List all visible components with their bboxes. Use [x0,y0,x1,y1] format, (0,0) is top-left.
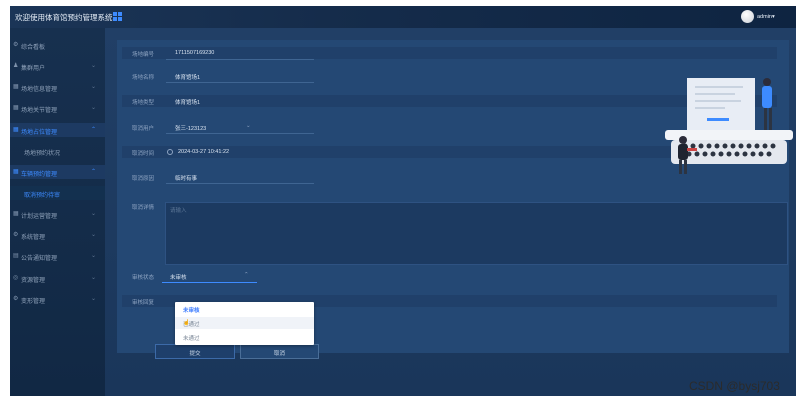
detail-label: 取消详情 [132,205,155,211]
user-menu[interactable]: admin▾ [757,14,775,20]
app-window: 欢迎使用体育馆预约管理系统 admin▾ ⚙ 综合看板 ♟ 集群用户 ⌄ ▦ 场… [10,6,796,396]
paper [687,78,755,130]
person2-body [678,144,688,160]
chevron-down-icon: ⌄ [91,275,97,281]
grid-icon: ▦ [13,105,19,111]
sidebar-item-label: 场地信息管理 [21,86,58,93]
gear-icon: ⚙ [13,296,19,302]
sidebar-subitem-cancel-review[interactable]: 取消预约待审 [10,186,105,200]
form-row-status: 审核状态 未审核 ⌃ [122,270,777,283]
sidebar-item-label: 场地占位管理 [21,129,58,136]
sidebar-item-label: 车辆预约管理 [21,171,58,178]
watermark: CSDN @bysj703 [689,379,780,393]
reason-label: 取消原因 [132,176,155,182]
sidebar-item-plan-ops[interactable]: ▦ 计划运营管理 ⌄ [10,207,105,221]
avatar[interactable] [741,10,754,23]
form-row-order-no: 场地编号 1711507169230 [122,47,777,60]
sidebar-item-notices[interactable]: ▤ 公告通知管理 ⌄ [10,249,105,263]
sidebar-item-transform[interactable]: ⚙ 变形管理 ⌄ [10,292,105,306]
detail-textarea[interactable]: 请输入 [165,202,788,265]
menu-toggle-icon[interactable] [113,12,122,21]
cancel-button[interactable]: 取消 [240,344,319,359]
chevron-down-icon: ⌄ [91,253,97,259]
home-icon: ⚙ [13,42,19,48]
form-panel: 场地编号 1711507169230 场地名称 体育馆场1 场地类型 体育馆场1… [117,40,793,359]
dropdown-option-label: 未审核 [183,308,200,314]
sidebar-item-label: 变形管理 [21,298,46,305]
venue-type-value[interactable]: 体育馆场1 [175,98,200,106]
status-select[interactable]: 未审核 [170,273,187,281]
hand-cursor-icon: ☝ [183,320,190,326]
order-no-value[interactable]: 1711507169230 [175,50,214,56]
sidebar-item-dashboard[interactable]: ⚙ 综合看板 [10,38,105,52]
person2-head [679,136,687,144]
chevron-down-icon: ⌄ [91,232,97,238]
sidebar-item-label: 场地预约状况 [24,150,61,157]
sidebar-item-label: 计划运营管理 [21,213,58,220]
sidebar: ⚙ 综合看板 ♟ 集群用户 ⌄ ▦ 场地信息管理 ⌄ ▦ 场地关节管理 ⌄ ▦ … [10,28,105,396]
typewriter-illustration [665,78,793,174]
save-label: 提交 [189,351,201,357]
sidebar-item-vehicle-booking[interactable]: ▦ 车辆预约管理 ⌃ [10,165,105,179]
main-content: 场地编号 1711507169230 场地名称 体育馆场1 场地类型 体育馆场1… [105,28,796,396]
venue-type-label: 场地类型 [132,100,155,106]
grid-icon: ▦ [13,127,19,133]
chevron-down-icon: ⌄ [91,63,97,69]
sidebar-item-label: 资源管理 [21,277,46,284]
chevron-down-icon: ⌄ [246,123,251,129]
user-select[interactable]: 张三-123123 [175,124,206,132]
time-picker[interactable]: 2024-03-27 10:41:22 [178,149,229,155]
sidebar-item-venue-relation[interactable]: ▦ 场地关节管理 ⌄ [10,101,105,115]
grid-icon: ▦ [13,84,19,90]
grid-icon: ▦ [13,211,19,217]
sidebar-item-label: 综合看板 [21,44,46,51]
reason-input[interactable]: 临时有事 [175,174,197,182]
dropdown-option[interactable]: 未通过 [175,331,314,343]
status-dropdown: 未审核 已通过 ☝ 未通过 [175,302,314,345]
top-bar: 欢迎使用体育馆预约管理系统 admin▾ [10,6,796,28]
status-label: 审核状态 [132,275,155,281]
user-name: admin [757,14,772,20]
doc-icon: ▤ [13,253,19,259]
dropdown-option[interactable]: 已通过 ☝ [175,317,314,329]
sidebar-item-venue-info[interactable]: ▦ 场地信息管理 ⌄ [10,80,105,94]
sidebar-item-label: 公告通知管理 [21,255,58,262]
person-body [762,86,772,108]
time-label: 取消时间 [132,151,155,157]
person-head [763,78,771,86]
dropdown-option[interactable]: 未审核 [175,303,314,315]
sidebar-subitem-booking-status[interactable]: 场地预约状况 [10,144,105,158]
chevron-down-icon: ⌄ [91,84,97,90]
sidebar-item-label: 取消预约待审 [24,192,61,199]
chevron-down-icon: ⌄ [91,296,97,302]
gear-icon: ⚙ [13,232,19,238]
shield-icon: ◎ [13,275,19,281]
sidebar-item-system[interactable]: ⚙ 系统管理 ⌄ [10,228,105,242]
sidebar-item-label: 系统管理 [21,234,46,241]
venue-name-label: 场地名称 [132,75,155,81]
cancel-label: 取消 [273,351,285,357]
chevron-up-icon: ⌃ [91,169,97,175]
clock-icon [167,148,173,155]
chevron-up-icon: ⌃ [244,272,249,278]
grid-icon: ▦ [13,169,19,175]
user-label: 取消用户 [132,126,155,132]
order-no-label: 场地编号 [132,52,155,58]
chevron-down-icon: ⌄ [91,211,97,217]
user-icon: ♟ [13,63,19,69]
app-title: 欢迎使用体育馆预约管理系统 [15,13,113,22]
venue-name-value[interactable]: 体育馆场1 [175,73,200,81]
sidebar-item-label: 集群用户 [21,65,46,72]
result-label: 审核回复 [132,300,155,306]
chevron-up-icon: ⌃ [91,127,97,133]
chevron-down-icon: ⌄ [91,105,97,111]
dropdown-option-label: 未通过 [183,336,200,342]
sidebar-item-resources[interactable]: ◎ 资源管理 ⌄ [10,271,105,285]
detail-placeholder: 请输入 [170,208,187,214]
sidebar-item-users[interactable]: ♟ 集群用户 ⌄ [10,59,105,73]
save-button[interactable]: 提交 [155,344,235,359]
sidebar-item-venue-booking[interactable]: ▦ 场地占位管理 ⌃ [10,123,105,137]
sidebar-item-label: 场地关节管理 [21,107,58,114]
